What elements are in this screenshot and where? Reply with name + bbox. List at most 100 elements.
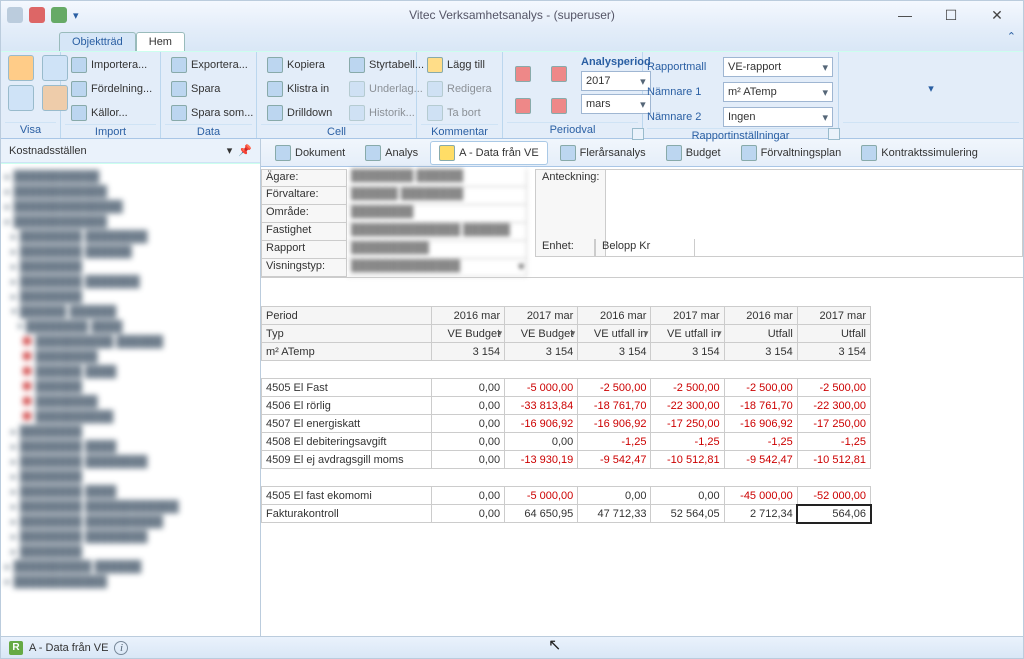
cell[interactable]: 52 564,05 [651,505,724,523]
cell[interactable]: -16 906,92 [724,415,797,433]
importera-button[interactable]: Importera... [65,54,158,76]
cell[interactable]: -2 500,00 [578,379,651,397]
tab-dokument[interactable]: Dokument [267,142,353,164]
cursor-icon: ↖ [548,635,561,655]
row-label[interactable]: 4508 El debiteringsavgift [262,433,432,451]
cell[interactable]: -2 500,00 [724,379,797,397]
close-button[interactable]: ✕ [983,5,1011,25]
cell[interactable]: -2 500,00 [651,379,724,397]
cell[interactable]: 2 712,34 [724,505,797,523]
cell[interactable]: -17 250,00 [797,415,870,433]
period-nav-next[interactable] [543,92,575,120]
cell[interactable]: -16 906,92 [578,415,651,433]
tab-adata[interactable]: A - Data från VE [430,141,547,165]
period-nav-prev-group[interactable] [507,60,539,88]
cell[interactable]: -9 542,47 [578,451,651,469]
cell[interactable]: 64 650,95 [505,505,578,523]
cell[interactable]: -17 250,00 [651,415,724,433]
tab-hem[interactable]: Hem [136,32,185,51]
cell[interactable]: -18 761,70 [578,397,651,415]
row-label[interactable]: 4505 El Fast [262,379,432,397]
exportera-button[interactable]: Exportera... [165,54,259,76]
fordelning-button[interactable]: Fördelning... [65,78,158,100]
kallor-button[interactable]: Källor... [65,102,158,124]
month-select[interactable]: mars▾ [581,94,651,114]
cell[interactable]: 0,00 [432,379,505,397]
visa-btn-1[interactable] [5,54,37,82]
cell[interactable]: -1,25 [578,433,651,451]
cell[interactable]: -22 300,00 [797,397,870,415]
cell[interactable]: -2 500,00 [797,379,870,397]
qat-icon-2[interactable] [51,7,67,23]
maximize-button[interactable]: ☐ [937,5,965,25]
cell[interactable]: -18 761,70 [724,397,797,415]
cell[interactable]: -33 813,84 [505,397,578,415]
cell[interactable]: -1,25 [651,433,724,451]
tab-kontrakt[interactable]: Kontraktssimulering [853,142,986,164]
hdr-matemp: m² ATemp [262,343,432,361]
row-label[interactable]: Fakturakontroll [262,505,432,523]
info-icon[interactable]: i [114,641,128,655]
cell[interactable]: 0,00 [505,433,578,451]
cell[interactable]: -16 906,92 [505,415,578,433]
spara-button[interactable]: Spara [165,78,259,100]
sidepanel-title: Kostnadsställen [9,145,87,157]
tab-analys[interactable]: Analys [357,142,426,164]
cell[interactable]: 0,00 [432,487,505,505]
minimize-button[interactable]: — [891,5,919,25]
ribbon-overflow[interactable]: ▾ [928,82,934,95]
cell[interactable]: -5 000,00 [505,379,578,397]
cell[interactable]: 0,00 [432,397,505,415]
tabort-button[interactable]: Ta bort [421,102,501,124]
cell[interactable]: -1,25 [724,433,797,451]
sparasom-button[interactable]: Spara som... [165,102,259,124]
cell[interactable]: -10 512,81 [651,451,724,469]
cell[interactable]: 0,00 [578,487,651,505]
cell[interactable]: 564,06 [797,505,870,523]
data-table[interactable]: Period 2016 mar 2017 mar 2016 mar 2017 m… [261,306,871,523]
group-cell: Cell [261,124,412,138]
analysperiod-label: Analysperiod [581,56,651,68]
tab-budget[interactable]: Budget [658,142,729,164]
row-label[interactable]: 4507 El energiskatt [262,415,432,433]
row-label[interactable]: 4509 El ej avdragsgill moms [262,451,432,469]
namnare2-select[interactable]: Ingen▾ [723,107,833,127]
cell[interactable]: 0,00 [432,451,505,469]
tab-forvalt[interactable]: Förvaltningsplan [733,142,850,164]
collapse-ribbon-icon[interactable]: ⌃ [1007,30,1016,43]
row-label[interactable]: 4506 El rörlig [262,397,432,415]
cell[interactable]: 0,00 [432,505,505,523]
klistrain-button[interactable]: Klistra in [261,78,341,100]
kopiera-button[interactable]: Kopiera [261,54,341,76]
row-label[interactable]: 4505 El fast ekomomi [262,487,432,505]
tree-view[interactable]: ▸ ███████████▸ ████████████▸ ███████████… [1,163,260,636]
cell[interactable]: -10 512,81 [797,451,870,469]
redigera-button[interactable]: Redigera [421,78,501,100]
cell[interactable]: 0,00 [432,433,505,451]
cell[interactable]: -1,25 [797,433,870,451]
sidepanel-pin-icon[interactable]: 📌 [238,144,252,157]
sidepanel-menu-icon[interactable]: ▾ [227,144,233,157]
tab-objekttrad[interactable]: Objektträd [59,32,136,51]
namnare1-select[interactable]: m² ATemp▾ [723,82,833,102]
cell[interactable]: 47 712,33 [578,505,651,523]
cell[interactable]: -5 000,00 [505,487,578,505]
cell[interactable]: -52 000,00 [797,487,870,505]
group-data: Data [165,124,252,138]
visa-btn-3[interactable] [5,84,37,112]
period-nav-prev[interactable] [507,92,539,120]
tab-flerars[interactable]: Flerårsanalys [552,142,654,164]
cell[interactable]: -13 930,19 [505,451,578,469]
year-select[interactable]: 2017▾ [581,71,651,91]
cell[interactable]: -22 300,00 [651,397,724,415]
drilldown-button[interactable]: Drilldown [261,102,341,124]
qat-icon-1[interactable] [29,7,45,23]
cell[interactable]: 0,00 [432,415,505,433]
cell[interactable]: -45 000,00 [724,487,797,505]
rapportmall-select[interactable]: VE-rapport▾ [723,57,833,77]
period-nav-next-group[interactable] [543,60,575,88]
cell[interactable]: 0,00 [651,487,724,505]
cell[interactable]: -9 542,47 [724,451,797,469]
laggtill-button[interactable]: Lägg till [421,54,501,76]
qat-dropdown[interactable]: ▾ [73,9,79,22]
